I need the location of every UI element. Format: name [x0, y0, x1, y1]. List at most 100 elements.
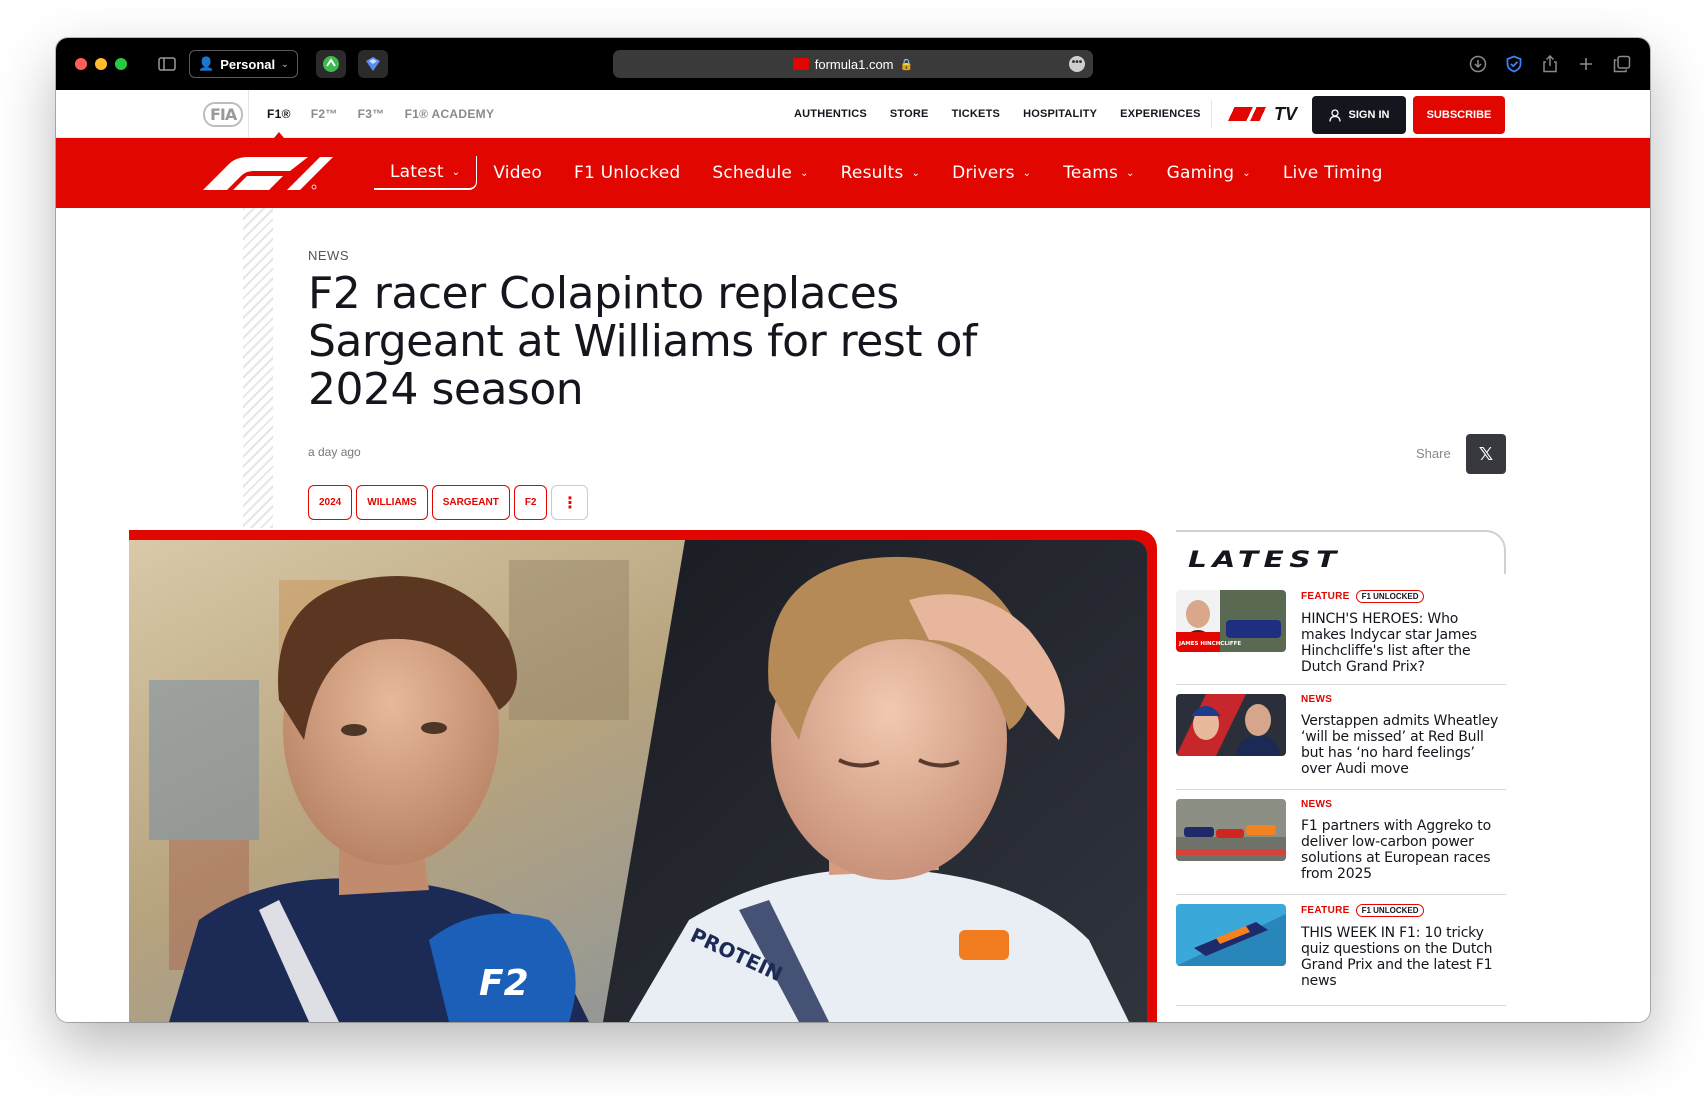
story-body: NEWS Verstappen admits Wheatley ‘will be…: [1301, 694, 1506, 777]
nav-schedule-label: Schedule: [712, 163, 793, 183]
tag-2024[interactable]: 2024: [308, 485, 353, 520]
close-window-button[interactable]: [75, 58, 87, 70]
nav-results[interactable]: Results ⌄: [825, 156, 936, 190]
article-tags: 2024 WILLIAMS SARGEANT F2 ⋮: [308, 485, 589, 520]
story-thumbnail: [1176, 694, 1286, 756]
chevron-down-icon: ⌄: [451, 166, 461, 178]
browser-window: 👤 Personal ⌄ formula1.com 🔒 ••• FIA F1® …: [56, 38, 1650, 1022]
article-headline: F2 racer Colapinto replaces Sargeant at …: [308, 268, 977, 415]
nav-f1-unlocked[interactable]: F1 Unlocked: [558, 156, 696, 190]
nav-gaming[interactable]: Gaming ⌄: [1151, 156, 1267, 190]
chevron-down-icon: ⌄: [1022, 167, 1032, 179]
story-meta: FEATURE F1 UNLOCKED: [1301, 590, 1506, 603]
story-thumbnail: [1176, 799, 1286, 861]
chevron-down-icon: ⌄: [281, 58, 289, 69]
thumb-caption: JAMES HINCHCLIFFE: [1178, 641, 1241, 647]
latest-sidebar: LATEST JAMES HINCHCLIFFE FEATURE F1 UNLO…: [1176, 530, 1506, 1022]
experiences-link[interactable]: EXPERIENCES: [1120, 108, 1200, 120]
nav-results-label: Results: [840, 163, 904, 183]
story-thumbnail: [1176, 904, 1286, 966]
nav-teams-label: Teams: [1063, 163, 1119, 183]
chevron-down-icon: ⌄: [911, 167, 921, 179]
hero-image-frame: F2 PROTEIN: [129, 530, 1157, 1022]
nav-latest-label: Latest: [390, 162, 444, 182]
more-tags-button[interactable]: ⋮: [551, 485, 589, 520]
nav-live-timing-label: Live Timing: [1282, 163, 1383, 183]
story-body: NEWS F1 partners with Aggreko to deliver…: [1301, 799, 1506, 882]
profile-switcher[interactable]: 👤 Personal ⌄: [189, 50, 298, 78]
chevron-down-icon: ⌄: [800, 167, 809, 179]
fia-logo[interactable]: FIA: [203, 102, 244, 127]
browser-actions: [1464, 50, 1636, 78]
chevron-down-icon: ⌄: [1126, 167, 1135, 179]
more-options-icon[interactable]: •••: [1069, 56, 1085, 72]
hero-image: F2 PROTEIN: [129, 540, 1147, 1022]
f1tv-link[interactable]: TV: [1211, 100, 1297, 128]
sign-in-button[interactable]: SIGN IN: [1312, 96, 1406, 134]
download-icon[interactable]: [1464, 50, 1492, 78]
subscribe-button[interactable]: SUBSCRIBE: [1413, 96, 1505, 134]
svg-text:F2: F2: [479, 963, 529, 1004]
story-body: FEATURE F1 UNLOCKED THIS WEEK IN F1: 10 …: [1301, 904, 1506, 989]
person-icon: 👤: [198, 56, 215, 71]
latest-title: LATEST: [1188, 548, 1342, 573]
main-nav: Latest ⌄ Video F1 Unlocked Schedule ⌄ Resu…: [56, 138, 1650, 208]
article-kicker: NEWS: [308, 248, 349, 263]
story-badge: F1 UNLOCKED: [1355, 904, 1425, 917]
latest-story[interactable]: NEWS Verstappen admits Wheatley ‘will be…: [1176, 686, 1506, 790]
f1tv-label: TV: [1274, 103, 1298, 124]
story-category: FEATURE: [1301, 591, 1350, 602]
zoom-window-button[interactable]: [115, 58, 127, 70]
extension-shield-icon[interactable]: [357, 50, 388, 78]
sidebar-toggle-icon[interactable]: [153, 50, 181, 78]
minimize-window-button[interactable]: [95, 58, 107, 70]
article-date: a day ago: [308, 445, 361, 459]
latest-story[interactable]: FEATURE F1 UNLOCKED THIS WEEK IN F1: 10 …: [1176, 896, 1506, 1006]
nav-live-timing[interactable]: Live Timing: [1267, 156, 1399, 190]
nav-schedule[interactable]: Schedule ⌄: [696, 156, 824, 190]
tickets-link[interactable]: TICKETS: [952, 108, 1000, 120]
latest-story[interactable]: NEWS F1 partners with Aggreko to deliver…: [1176, 791, 1506, 895]
tag-williams[interactable]: WILLIAMS: [356, 485, 428, 520]
series-switcher: F1® F2™ F3™ F1® ACADEMY: [248, 90, 494, 138]
series-f2-link[interactable]: F2™: [311, 107, 338, 121]
nav-items: Latest ⌄ Video F1 Unlocked Schedule ⌄ Resu…: [374, 138, 1399, 208]
user-icon: [1328, 108, 1341, 122]
nav-teams[interactable]: Teams ⌄: [1047, 156, 1150, 190]
browser-toolbar: 👤 Personal ⌄ formula1.com 🔒 •••: [56, 38, 1650, 90]
shield-icon[interactable]: [1500, 50, 1528, 78]
series-f3-link[interactable]: F3™: [358, 107, 385, 121]
latest-story[interactable]: JAMES HINCHCLIFFE FEATURE F1 UNLOCKED HI…: [1176, 582, 1506, 685]
series-f1-link[interactable]: F1®: [267, 107, 291, 138]
extension-green-icon[interactable]: [315, 50, 346, 78]
f1-logo[interactable]: [203, 156, 333, 197]
story-badge: F1 UNLOCKED: [1355, 590, 1425, 603]
tabs-overview-icon[interactable]: [1608, 50, 1636, 78]
authentics-link[interactable]: AUTHENTICS: [794, 108, 867, 120]
top-links: AUTHENTICS STORE TICKETS HOSPITALITY EXP…: [794, 90, 1201, 138]
chevron-down-icon: ⌄: [1242, 167, 1251, 179]
window-controls: [75, 58, 127, 70]
site-favicon-icon: [792, 58, 809, 70]
tag-f2[interactable]: F2: [513, 485, 548, 520]
store-link[interactable]: STORE: [890, 108, 929, 120]
address-bar[interactable]: formula1.com 🔒 •••: [613, 50, 1093, 78]
nav-video[interactable]: Video: [477, 156, 558, 190]
share-icon[interactable]: [1536, 50, 1564, 78]
story-meta: FEATURE F1 UNLOCKED: [1301, 904, 1506, 917]
nav-drivers-label: Drivers: [952, 163, 1015, 183]
hospitality-link[interactable]: HOSPITALITY: [1023, 108, 1097, 120]
story-meta: NEWS: [1301, 694, 1506, 705]
share-x-button[interactable]: 𝕏: [1466, 434, 1506, 474]
new-tab-icon[interactable]: [1572, 50, 1600, 78]
lock-icon: 🔒: [899, 58, 914, 71]
story-title: F1 partners with Aggreko to deliver low-…: [1301, 818, 1491, 882]
story-body: FEATURE F1 UNLOCKED HINCH'S HEROES: Who …: [1301, 590, 1506, 675]
tag-sargeant[interactable]: SARGEANT: [431, 485, 510, 520]
story-category: NEWS: [1301, 694, 1333, 705]
article-page: NEWS F2 racer Colapinto replaces Sargean…: [56, 208, 1650, 1022]
f1-topbar: FIA F1® F2™ F3™ F1® ACADEMY AUTHENTICS S…: [56, 90, 1650, 138]
nav-drivers[interactable]: Drivers ⌄: [936, 156, 1047, 190]
nav-latest[interactable]: Latest ⌄: [374, 156, 478, 190]
series-academy-link[interactable]: F1® ACADEMY: [405, 107, 495, 121]
